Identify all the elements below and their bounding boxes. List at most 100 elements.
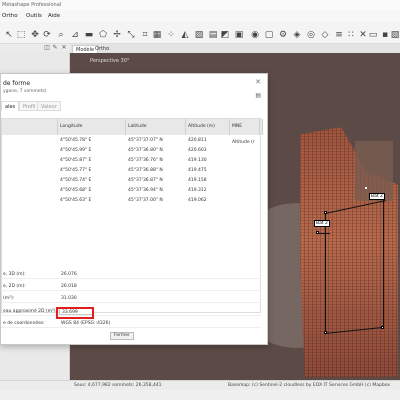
property-row: (m²): 31.030 (1, 294, 261, 303)
property-row: e, 3D (m): 26.076 (1, 270, 261, 279)
shape-vertex[interactable] (324, 211, 327, 214)
image-icon[interactable]: ▢ (264, 30, 274, 40)
camera-icon[interactable]: ◉ (250, 30, 260, 40)
pan-icon[interactable]: ✥ (30, 30, 40, 40)
edit-icon[interactable]: ✎ (52, 45, 58, 51)
points-icon[interactable]: ⁘ (166, 30, 176, 40)
cell-longitude: 4°50'45.77" E (60, 168, 92, 173)
rect-select-icon[interactable]: ⬚ (16, 30, 26, 40)
export-icon[interactable]: ▤ (255, 92, 261, 99)
tiles-icon[interactable]: ▤ (208, 30, 218, 40)
cross-icon[interactable]: ✕ (358, 30, 368, 40)
texture-icon[interactable]: ▨ (194, 30, 204, 40)
marker-label[interactable]: Bat 2 (369, 193, 385, 200)
transform-icon[interactable]: ⤡ (126, 30, 136, 40)
panel-header: ◫ ✎ ✕ (0, 44, 70, 52)
mesh-icon[interactable]: ◭ (180, 30, 190, 40)
close-icon[interactable]: ✕ (61, 45, 67, 51)
pin-icon[interactable]: ◫ (44, 45, 50, 51)
property-label: e de coordonnées: (3, 321, 45, 326)
ortho-icon[interactable]: ▣ (234, 30, 244, 40)
select-icon[interactable]: ↖ (4, 30, 14, 40)
menu-bar: Ortho Outils Aide (0, 10, 400, 22)
polygon-icon[interactable]: ⬠ (98, 30, 108, 40)
table-row[interactable]: 4°50'45.77" E 45°37'36.88" N 419.475 (2, 166, 260, 175)
settings-icon[interactable]: ⚙ (278, 30, 288, 40)
cell-latitude: 45°37'36.80" N (128, 148, 163, 153)
property-value[interactable]: 31.030 (59, 295, 259, 302)
dots-icon[interactable]: ∷ (346, 30, 356, 40)
table-row[interactable]: 4°50'45.87" E 45°37'36.76" N 419.130 (2, 156, 260, 165)
cell-latitude: 45°37'37.07" N (128, 138, 163, 143)
highlight-box (56, 307, 94, 319)
cell-altitude: 420.811 (188, 138, 207, 143)
menu-outils[interactable]: Outils (26, 13, 42, 19)
close-icon[interactable]: ✕ (255, 78, 261, 86)
property-value[interactable]: 26.076 (59, 271, 259, 278)
table-row[interactable]: 4°50'45.74" E 45°37'36.87" N 419.158 (2, 176, 260, 185)
ruler-icon[interactable]: ▬ (84, 30, 94, 40)
column-header[interactable]: Latitude (126, 119, 186, 135)
property-label: e, 2D (m): (3, 284, 26, 289)
grid-icon[interactable]: ▦ (152, 30, 162, 40)
square-icon[interactable]: ▪ (380, 30, 390, 40)
cube-icon[interactable]: ◈ (292, 30, 302, 40)
cell-longitude: 4°50'45.99" E (60, 148, 92, 153)
shape-vertex[interactable] (381, 326, 384, 329)
property-value[interactable]: WGS 84 (EPSG::4326) (59, 320, 259, 327)
measure-icon[interactable]: ⊿ (70, 30, 80, 40)
shape-icon[interactable]: ◇ (320, 30, 330, 40)
tab-ortho[interactable]: Ortho (92, 45, 112, 53)
property-row: eau approximé 2D (m²): 33.699 (1, 307, 261, 316)
cell-altitude: 419.062 (188, 198, 207, 203)
column-header-empty (2, 119, 58, 135)
cell-longitude: 4°50'45.74" E (60, 178, 92, 183)
cell-altitude: 420.603 (188, 148, 207, 153)
shape-vertex[interactable] (316, 231, 319, 234)
cell-latitude: 45°37'36.94" N (128, 188, 163, 193)
crop-icon[interactable]: ⌗ (140, 30, 150, 40)
roof-section (355, 141, 393, 201)
property-label: e, 3D (m): (3, 272, 26, 277)
table-row[interactable]: 4°50'45.78" E 45°37'37.07" N 420.811 (2, 136, 260, 145)
menu-ortho[interactable]: Ortho (2, 13, 18, 19)
status-bar: Sous: 4,677,982 sommets: 26,358,441 Base… (0, 380, 400, 390)
column-header[interactable]: Altitude (m) (186, 119, 230, 135)
dialog-subtitle: ygone, 7 sommets) (3, 89, 47, 94)
hatch-icon[interactable]: ▧ (390, 30, 400, 40)
tab-value[interactable]: Valeur (37, 101, 61, 111)
marker-label[interactable]: Bat 2 (314, 220, 330, 227)
status-right: Basemap: (c) Sentinel-2 cloudless by EOX… (228, 383, 390, 388)
shape-properties-dialog: de forme ✕ ygone, 7 sommets) ▤ ales Prof… (0, 73, 268, 345)
zoom-icon[interactable]: ⌕ (56, 30, 66, 40)
close-button[interactable]: Fermer (110, 332, 134, 340)
view-tabs: Modèle Ortho (70, 44, 400, 53)
table-row[interactable]: 4°50'45.68" E 45°37'36.94" N 419.312 (2, 186, 260, 195)
property-row: e de coordonnées: WGS 84 (EPSG::4326) (1, 319, 261, 328)
dialog-title: de forme (3, 80, 31, 87)
cell-altitude: 419.312 (188, 188, 207, 193)
cell-latitude: 45°37'36.76" N (128, 158, 163, 163)
rect-icon[interactable]: ▭ (368, 30, 378, 40)
window-title: Metashape Professional (2, 2, 62, 8)
dem-icon[interactable]: ◩ (220, 30, 230, 40)
menu-aide[interactable]: Aide (48, 13, 60, 19)
table-row[interactable]: 4°50'45.63" E 45°37'37.00" N 419.062 (2, 196, 260, 205)
cell-latitude: 45°37'36.87" N (128, 178, 163, 183)
view-icon[interactable]: ◎ (306, 30, 316, 40)
rotate-icon[interactable]: ⟳ (42, 30, 52, 40)
column-header[interactable]: MNE Altitude (r (230, 119, 260, 145)
marker-point[interactable] (365, 187, 367, 189)
move-icon[interactable]: ✢ (112, 30, 122, 40)
cell-longitude: 4°50'45.63" E (60, 198, 92, 203)
shape-edge (325, 213, 326, 333)
tab-general[interactable]: ales (1, 101, 20, 111)
cell-altitude: 419.130 (188, 158, 207, 163)
cell-longitude: 4°50'45.78" E (60, 138, 92, 143)
shape-vertex[interactable] (324, 331, 327, 334)
column-header[interactable]: Longitude (58, 119, 126, 135)
cell-altitude: 419.475 (188, 168, 207, 173)
table-row[interactable]: 4°50'45.99" E 45°37'36.80" N 420.603 (2, 146, 260, 155)
property-value[interactable]: 26.018 (59, 283, 259, 290)
lines-icon[interactable]: ≡ (334, 30, 344, 40)
